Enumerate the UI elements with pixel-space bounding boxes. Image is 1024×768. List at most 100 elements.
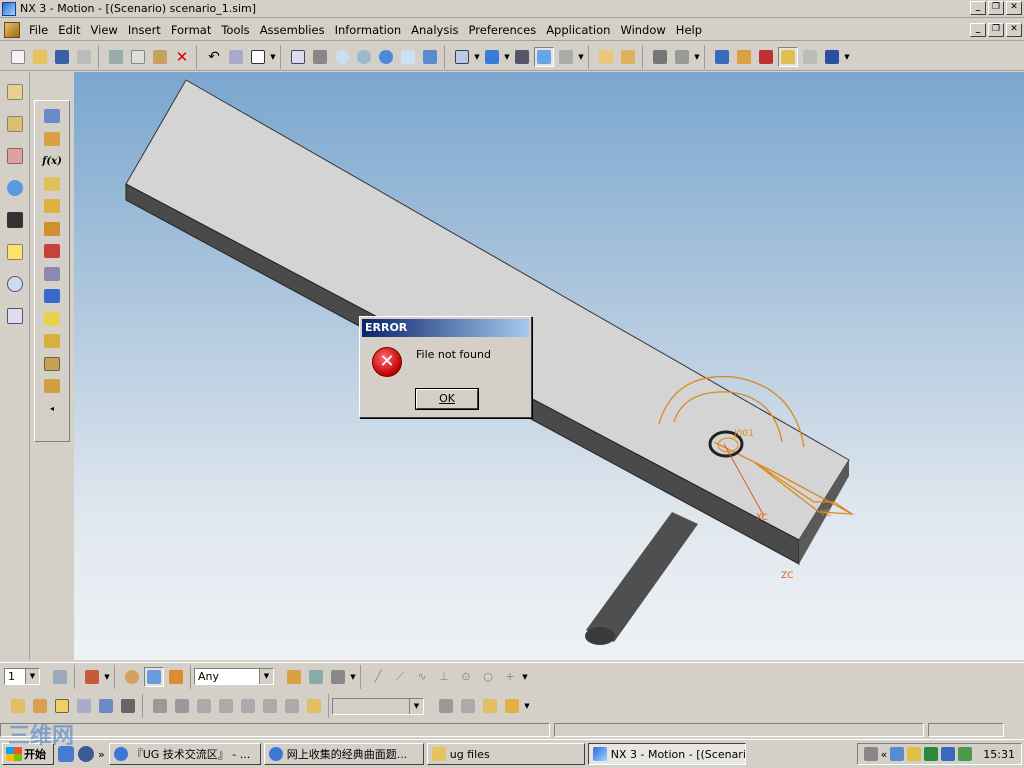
menu-file[interactable]: File [24, 23, 53, 37]
load-button[interactable] [35, 285, 69, 308]
undo-button[interactable]: ↶ [204, 47, 224, 67]
menu-preferences[interactable]: Preferences [464, 23, 542, 37]
motion-joint-button[interactable] [672, 47, 692, 67]
type-filter-select[interactable]: Any ▼ [194, 668, 274, 685]
chevron-down-icon[interactable]: ▼ [349, 667, 357, 687]
menu-window[interactable]: Window [615, 23, 670, 37]
snap-quadrant-button[interactable]: ○ [478, 667, 498, 687]
close-button[interactable]: ✕ [1006, 1, 1022, 15]
spring-button[interactable] [35, 263, 69, 286]
feature-chamfer-button[interactable] [260, 696, 280, 716]
delete-button[interactable]: ✕ [172, 47, 192, 67]
studio-button[interactable] [512, 47, 532, 67]
chevron-down-icon[interactable]: ▼ [577, 47, 585, 67]
chevron-down-icon[interactable]: ▼ [269, 47, 277, 67]
start-button[interactable]: 开始 [2, 743, 54, 765]
network-icon[interactable] [890, 747, 905, 761]
history-tab[interactable] [3, 272, 27, 296]
contact-button[interactable] [35, 308, 69, 331]
chevron-down-icon[interactable]: ▼ [473, 47, 481, 67]
show-hide-button[interactable] [52, 696, 72, 716]
copy-object-button[interactable] [74, 696, 94, 716]
menu-assemblies[interactable]: Assemblies [255, 23, 330, 37]
chevron-down-icon[interactable]: ▼ [25, 669, 39, 684]
taskbar-task[interactable]: 网上收集的经典曲面题... [263, 743, 424, 765]
feature-blend-button[interactable] [238, 696, 258, 716]
perspective-button[interactable] [420, 47, 440, 67]
group-button[interactable] [118, 696, 138, 716]
graphics-window[interactable]: J001 XC YC ZC [74, 72, 1024, 660]
articulation-button[interactable] [756, 47, 776, 67]
menu-tools[interactable]: Tools [216, 23, 254, 37]
media-player-icon[interactable] [78, 746, 94, 762]
environment-button[interactable] [35, 105, 69, 128]
snap-midpoint-button[interactable]: ⟋ [390, 667, 410, 687]
shaded-button[interactable] [482, 47, 502, 67]
security-icon[interactable] [907, 747, 922, 761]
render-style-button[interactable] [556, 47, 576, 67]
repeat-command-button[interactable] [226, 47, 246, 67]
chevron-down-icon[interactable]: ▼ [503, 47, 511, 67]
layer-settings-button[interactable] [50, 667, 70, 687]
menu-application[interactable]: Application [541, 23, 615, 37]
reset-filter-button[interactable] [284, 667, 304, 687]
feature-pattern-button[interactable] [282, 696, 302, 716]
doc-minimize-button[interactable]: _ [970, 23, 986, 37]
feature-extend-button[interactable] [194, 696, 214, 716]
restore-button[interactable]: ❐ [988, 1, 1004, 15]
web-browser-tab[interactable] [3, 176, 27, 200]
information-button[interactable] [248, 47, 268, 67]
selection-scope-button[interactable] [82, 667, 102, 687]
zoom-button[interactable] [332, 47, 352, 67]
snap-endpoint-button[interactable]: ╱ [368, 667, 388, 687]
roles-tab[interactable] [3, 304, 27, 328]
orient-view-button[interactable] [452, 47, 472, 67]
update-icon[interactable] [941, 747, 956, 761]
assembly-navigator-tab[interactable] [3, 80, 27, 104]
snap-point-button[interactable] [122, 667, 142, 687]
save-button[interactable] [52, 47, 72, 67]
new-file-button[interactable] [8, 47, 28, 67]
deselect-button[interactable] [328, 667, 348, 687]
print-button[interactable] [74, 47, 94, 67]
object-display-button[interactable] [30, 696, 50, 716]
menu-information[interactable]: Information [330, 23, 407, 37]
doc-restore-button[interactable]: ❐ [988, 23, 1004, 37]
taskbar-task[interactable]: ug files [426, 743, 585, 765]
doc-close-button[interactable]: ✕ [1006, 23, 1022, 37]
menu-format[interactable]: Format [166, 23, 217, 37]
joint-button[interactable] [35, 195, 69, 218]
analysis-button[interactable] [35, 375, 69, 398]
tray-expand-icon[interactable]: « [881, 748, 888, 761]
menu-insert[interactable]: Insert [123, 23, 166, 37]
function-button[interactable]: f(x) [35, 150, 69, 173]
rotate-button[interactable] [376, 47, 396, 67]
feature-trim-button[interactable] [172, 696, 192, 716]
chevron-down-icon[interactable]: ▼ [521, 667, 529, 687]
marker-button[interactable] [35, 173, 69, 196]
toolbar-more-button[interactable]: ◂ [35, 398, 69, 421]
keyboard-icon[interactable] [863, 747, 878, 761]
minimize-button[interactable]: _ [970, 1, 986, 15]
help-tab[interactable] [3, 240, 27, 264]
part-navigator-tab[interactable] [3, 144, 27, 168]
feature-offset-button[interactable] [216, 696, 236, 716]
snap-center-button[interactable]: ⊙ [456, 667, 476, 687]
training-tab[interactable] [3, 208, 27, 232]
open-file-button[interactable] [30, 47, 50, 67]
inspect-button[interactable] [436, 696, 456, 716]
face-analysis-button[interactable] [534, 46, 554, 67]
quick-launch-more-icon[interactable]: » [98, 748, 105, 761]
transform-button[interactable] [96, 696, 116, 716]
chevron-down-icon[interactable]: ▼ [523, 696, 531, 716]
feature-mirror-button[interactable] [304, 696, 324, 716]
solver-button[interactable] [778, 46, 798, 67]
graph-button[interactable] [734, 47, 754, 67]
paste-button[interactable] [150, 47, 170, 67]
select-features-button[interactable] [144, 666, 164, 687]
pan-button[interactable] [398, 47, 418, 67]
measure-angle-button[interactable] [618, 47, 638, 67]
zoom-window-button[interactable] [310, 47, 330, 67]
snap-intersection-button[interactable]: ⊥ [434, 667, 454, 687]
animation-button[interactable] [712, 47, 732, 67]
